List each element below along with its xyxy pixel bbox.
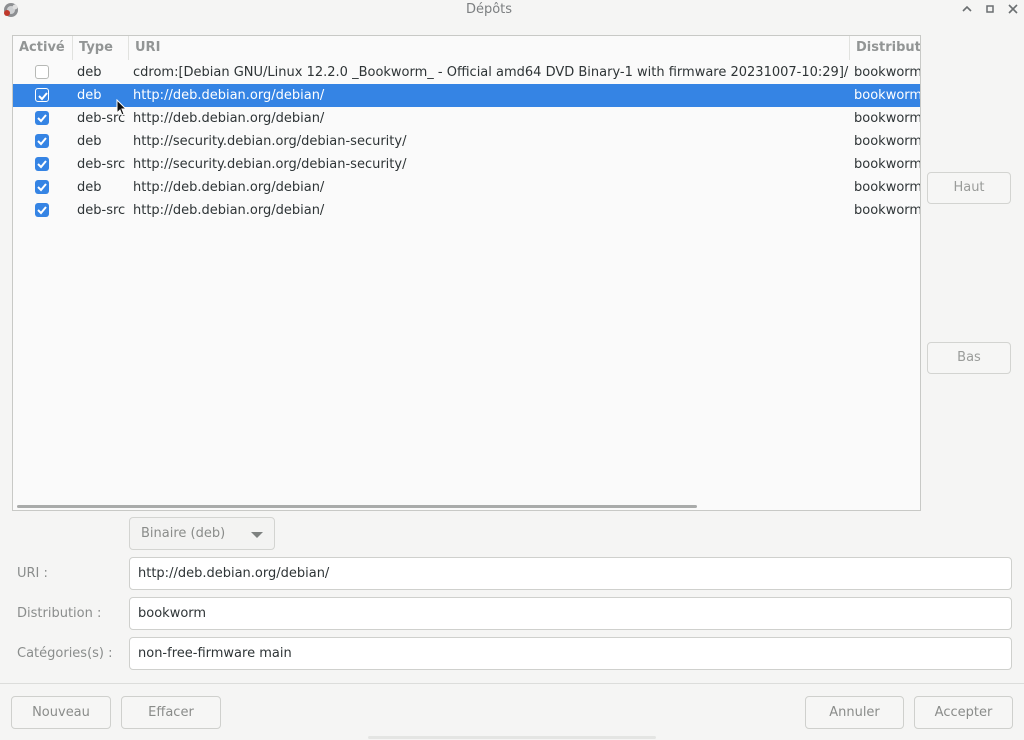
row-type: deb-src <box>77 203 126 218</box>
row-distribution: bookworm <box>854 203 920 218</box>
enabled-checkbox[interactable] <box>35 111 49 125</box>
table-row-selected[interactable]: deb http://deb.debian.org/debian/ bookwo… <box>13 84 920 107</box>
minimize-icon[interactable] <box>959 2 975 18</box>
table-row[interactable]: deb cdrom:[Debian GNU/Linux 12.2.0 _Book… <box>13 61 920 84</box>
column-uri[interactable]: URI <box>129 36 850 60</box>
move-up-button[interactable]: Haut <box>927 172 1011 204</box>
new-button[interactable]: Nouveau <box>11 696 111 729</box>
row-distribution: bookworm <box>854 134 920 149</box>
row-uri: http://deb.debian.org/debian/ <box>133 180 325 195</box>
categories-label: Catégories(s) : <box>17 646 113 661</box>
distribution-label: Distribution : <box>17 606 102 621</box>
type-select[interactable]: Binaire (deb) <box>129 517 275 550</box>
row-uri: http://deb.debian.org/debian/ <box>133 203 325 218</box>
cancel-button[interactable]: Annuler <box>805 696 904 729</box>
move-down-button[interactable]: Bas <box>927 342 1011 374</box>
row-type: deb <box>77 65 102 80</box>
uri-label: URI : <box>17 566 48 581</box>
type-select-value: Binaire (deb) <box>141 526 226 541</box>
distribution-field[interactable]: bookworm <box>129 597 1012 630</box>
enabled-checkbox[interactable] <box>35 134 49 148</box>
enabled-checkbox[interactable] <box>35 157 49 171</box>
categories-field[interactable]: non-free-firmware main <box>129 637 1012 670</box>
enabled-checkbox[interactable] <box>35 88 49 102</box>
table-row[interactable]: deb http://deb.debian.org/debian/ bookwo… <box>13 176 920 199</box>
column-distribution[interactable]: Distribution <box>850 36 920 60</box>
row-type: deb <box>77 134 102 149</box>
divider <box>0 683 1024 684</box>
row-uri: http://deb.debian.org/debian/ <box>133 111 325 126</box>
table-row[interactable]: deb-src http://deb.debian.org/debian/ bo… <box>13 107 920 130</box>
title-bar: Dépôts <box>0 0 1024 20</box>
table-row[interactable]: deb-src http://deb.debian.org/debian/ bo… <box>13 199 920 222</box>
enabled-checkbox[interactable] <box>35 65 49 79</box>
table-row[interactable]: deb http://security.debian.org/debian-se… <box>13 130 920 153</box>
row-distribution: bookworm <box>854 157 920 172</box>
close-icon[interactable] <box>1005 2 1021 18</box>
column-enabled[interactable]: Activé <box>13 36 73 60</box>
table-header: Activé Type URI Distribution <box>13 36 920 60</box>
row-distribution: bookworm <box>854 180 920 195</box>
row-type: deb-src <box>77 157 126 172</box>
window-title: Dépôts <box>465 2 513 17</box>
repository-table[interactable]: Activé Type URI Distribution deb cdrom:[… <box>12 35 921 511</box>
row-uri: http://security.debian.org/debian-securi… <box>133 157 407 172</box>
row-type: deb <box>77 180 102 195</box>
enabled-checkbox[interactable] <box>35 203 49 217</box>
table-row[interactable]: deb-src http://security.debian.org/debia… <box>13 153 920 176</box>
column-type[interactable]: Type <box>73 36 129 60</box>
accept-button[interactable]: Accepter <box>914 696 1013 729</box>
row-distribution: bookworm <box>854 65 920 80</box>
resize-handle <box>368 736 656 739</box>
delete-button[interactable]: Effacer <box>121 696 221 729</box>
mouse-pointer-icon <box>116 99 128 116</box>
row-uri: cdrom:[Debian GNU/Linux 12.2.0 _Bookworm… <box>133 65 849 80</box>
row-uri: http://security.debian.org/debian-securi… <box>133 134 407 149</box>
row-distribution: bookworm <box>854 88 920 103</box>
chevron-down-icon <box>251 532 263 538</box>
uri-field[interactable]: http://deb.debian.org/debian/ <box>129 557 1012 590</box>
row-uri: http://deb.debian.org/debian/ <box>133 88 325 103</box>
maximize-icon[interactable] <box>982 2 998 18</box>
row-distribution: bookworm <box>854 111 920 126</box>
horizontal-scrollbar[interactable] <box>17 505 697 508</box>
enabled-checkbox[interactable] <box>35 180 49 194</box>
